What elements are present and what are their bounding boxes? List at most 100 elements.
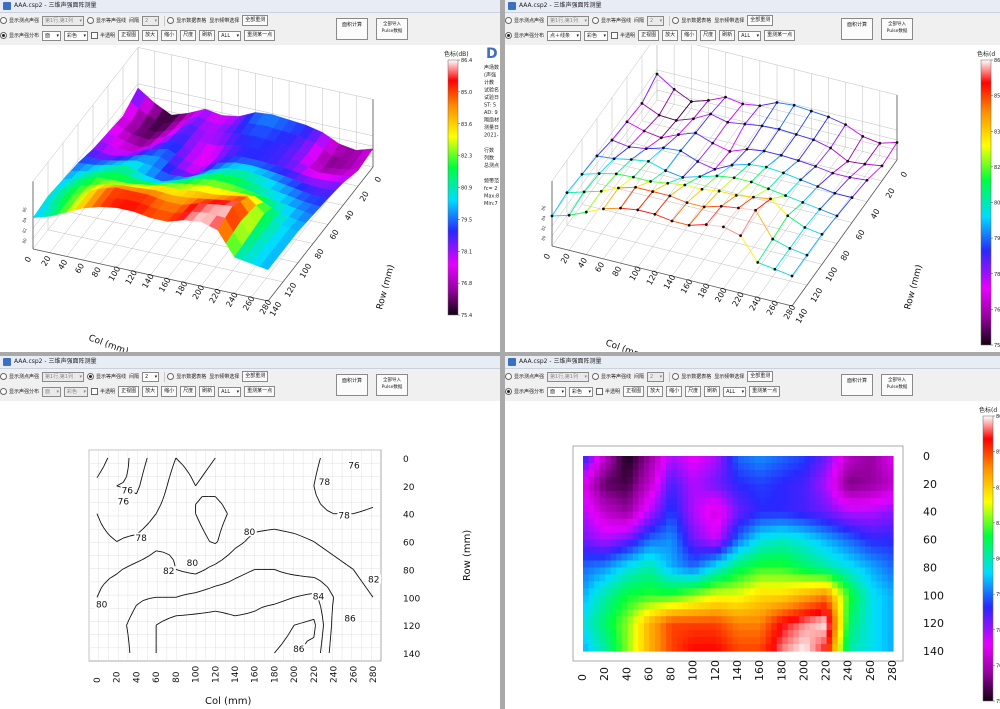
measure-point[interactable]	[762, 149, 766, 153]
radio-show-distribution[interactable]: 显示声强分布	[0, 388, 39, 395]
measure-point[interactable]	[743, 122, 747, 126]
scale-button[interactable]: 尺度	[685, 386, 702, 397]
color-mode-select[interactable]: 彩色	[64, 386, 89, 397]
zoom-in-button[interactable]: 放大	[142, 30, 159, 41]
measure-point[interactable]	[816, 185, 820, 188]
measure-point[interactable]	[659, 136, 663, 140]
measure-point[interactable]	[805, 253, 809, 257]
remeasure-point-button[interactable]: 重测某一点	[764, 30, 796, 41]
measure-point[interactable]	[846, 159, 850, 163]
measure-point[interactable]	[619, 206, 622, 210]
refresh-button[interactable]: 刷新	[199, 30, 216, 41]
measure-point[interactable]	[752, 195, 755, 199]
measure-point[interactable]	[777, 127, 781, 131]
measure-point[interactable]	[715, 174, 719, 178]
measure-point[interactable]	[820, 232, 824, 236]
area-calc-button[interactable]: 面积计算	[841, 374, 873, 396]
measure-point[interactable]	[756, 261, 760, 264]
heatmap-plot[interactable]: 0 20 40 60 80 100 120 140 160 180 200 220 240 260 2800…	[505, 401, 1000, 709]
measure-point[interactable]	[567, 213, 571, 217]
band-select[interactable]: ALL	[738, 30, 762, 41]
measure-point[interactable]	[707, 98, 710, 102]
band-select[interactable]: ALL	[218, 30, 242, 41]
measure-point[interactable]	[863, 162, 867, 166]
measure-point[interactable]	[717, 189, 721, 193]
measure-point[interactable]	[550, 214, 554, 218]
checkbox-translucent[interactable]: 半透明	[596, 388, 620, 395]
interval-select[interactable]: 2	[142, 15, 160, 26]
measure-point[interactable]	[565, 191, 569, 195]
measure-point[interactable]	[666, 181, 670, 185]
zoom-out-button[interactable]: 缩小	[666, 386, 683, 397]
radio-show-distribution[interactable]: 显示声强分布	[505, 388, 544, 395]
measure-point[interactable]	[818, 207, 822, 211]
measure-point[interactable]	[760, 124, 764, 128]
measure-point[interactable]	[713, 167, 717, 171]
zoom-in-button[interactable]: 放大	[647, 386, 664, 397]
measure-point[interactable]	[786, 214, 790, 218]
window-title-bar[interactable]: AAA.csp2 - 三维声强面阵测量	[0, 356, 500, 369]
measure-point[interactable]	[664, 169, 667, 172]
measure-point[interactable]	[803, 226, 807, 229]
refresh-button[interactable]: 刷新	[704, 386, 721, 397]
measure-point[interactable]	[794, 133, 798, 136]
measure-point[interactable]	[610, 138, 614, 142]
area-calc-button[interactable]: 面积计算	[336, 374, 368, 396]
measure-point[interactable]	[878, 141, 882, 145]
point-select[interactable]: 第1行,第1列	[547, 371, 589, 382]
radio-show-contour[interactable]: 显示等声强线	[86, 17, 126, 24]
wireframe-plot-3d[interactable]: 808284860 20 40 60 80 100 120 140 160 180 200 220 24…	[505, 34, 1000, 352]
band-select[interactable]: ALL	[723, 386, 747, 397]
measure-point[interactable]	[771, 237, 775, 241]
measure-point[interactable]	[700, 187, 704, 191]
measure-point[interactable]	[625, 120, 629, 124]
radio-show-point-intensity[interactable]: 显示测点声强	[505, 373, 544, 380]
window-title-bar[interactable]: AAA.csp2 - 三维声强面阵测量	[505, 356, 1000, 369]
measure-point[interactable]	[844, 123, 847, 127]
radio-show-contour[interactable]: 显示等声强线	[591, 17, 631, 24]
radio-show-data-table[interactable]: 显示数据表格	[672, 373, 711, 380]
measure-point[interactable]	[801, 200, 805, 204]
measure-point[interactable]	[726, 120, 730, 124]
point-select[interactable]: 第1行,第1列	[42, 371, 84, 382]
remeasure-all-button[interactable]: 全部重测	[242, 15, 269, 26]
radio-show-distribution[interactable]: 显示声强分布	[0, 32, 39, 39]
refresh-button[interactable]: 刷新	[199, 386, 216, 397]
contour-plot[interactable]: 76767876807878808282848686800 20 40 60 80 100…	[0, 401, 500, 709]
measure-point[interactable]	[687, 223, 691, 227]
measure-point[interactable]	[668, 194, 672, 198]
measure-point[interactable]	[767, 187, 770, 191]
plot-area[interactable]: 80 82 84 86 0 20 40 60 80 100 120 140 160 180 200 220 24…	[0, 45, 500, 352]
measure-point[interactable]	[617, 186, 620, 190]
measure-point[interactable]	[649, 180, 652, 183]
measure-point[interactable]	[582, 190, 586, 194]
import-all-button[interactable]: 全部导入 Pulse数据	[376, 18, 408, 40]
measure-point[interactable]	[670, 219, 674, 223]
interval-select[interactable]: 2	[647, 371, 665, 382]
import-all-button[interactable]: 全部导入 Pulse数据	[376, 374, 408, 396]
measure-point[interactable]	[850, 196, 854, 199]
plot-area[interactable]: 76 76 78 76 80 78 78 80 82 82 84 86 86 80 0 20 40 60 80 100…	[0, 401, 500, 709]
interval-select[interactable]: 2	[647, 15, 665, 26]
measure-point[interactable]	[812, 138, 815, 142]
front-view-button[interactable]: 正视图	[118, 386, 140, 397]
remeasure-point-button[interactable]: 重测某一点	[749, 386, 781, 397]
scale-button[interactable]: 尺度	[180, 30, 197, 41]
measure-point[interactable]	[634, 185, 637, 189]
measure-point[interactable]	[696, 160, 700, 163]
radio-show-data-table[interactable]: 显示数据表格	[167, 17, 206, 24]
checkbox-translucent[interactable]: 半透明	[91, 388, 115, 395]
measure-point[interactable]	[632, 175, 635, 179]
measure-point[interactable]	[642, 129, 646, 133]
interval-select[interactable]: 2	[142, 371, 160, 382]
measure-point[interactable]	[627, 145, 631, 149]
measure-point[interactable]	[835, 214, 839, 218]
measure-point[interactable]	[655, 72, 659, 76]
refresh-button[interactable]: 刷新	[719, 30, 736, 41]
measure-point[interactable]	[672, 87, 676, 91]
checkbox-translucent[interactable]: 半透明	[611, 32, 635, 39]
measure-point[interactable]	[602, 207, 605, 211]
radio-show-data-table[interactable]: 显示数据表格	[672, 17, 711, 24]
measure-point[interactable]	[681, 175, 685, 179]
remeasure-point-button[interactable]: 重测某一点	[244, 386, 276, 397]
